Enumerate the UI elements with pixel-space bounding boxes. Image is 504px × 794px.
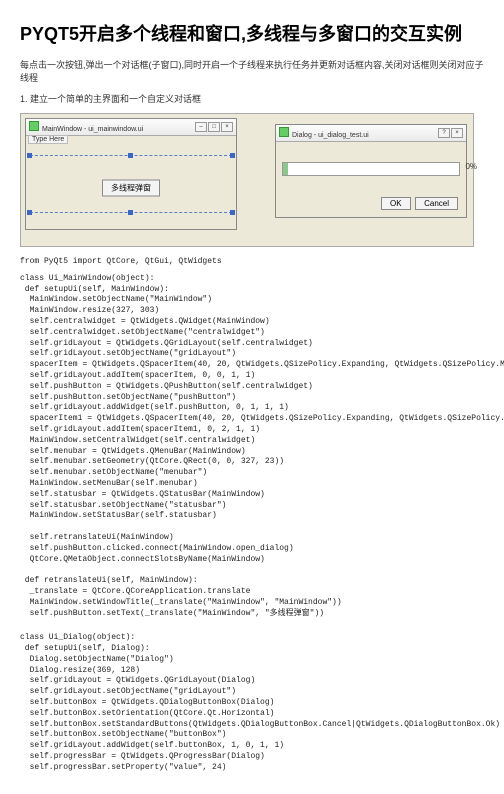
main-window-title: MainWindow - ui_mainwindow.ui [42,126,143,133]
code-import: from PyQt5 import QtCore, QtGui, QtWidge… [20,257,484,268]
description-text: 每点击一次按钮,弹出一个对话框(子窗口),同时开启一个子线程来执行任务并更新对话… [20,58,484,84]
progress-bar: 0% [282,162,460,176]
close-icon[interactable]: × [451,128,463,138]
window-controls: ?× [437,128,463,138]
minimize-icon[interactable]: – [195,122,207,132]
dialog-window: Dialog - ui_dialog_test.ui ?× 0% OK Canc… [275,124,467,218]
close-icon[interactable]: × [221,122,233,132]
layout-handles-top [30,155,232,156]
qt-icon [279,127,289,137]
maximize-icon[interactable]: □ [208,122,220,132]
progress-percent: 0% [465,162,477,171]
section-heading: 1. 建立一个简单的主界面和一个自定义对话框 [20,92,484,105]
code-dialog-class: class Ui_Dialog(object): def setupUi(sel… [20,633,484,773]
cancel-button[interactable]: Cancel [415,197,458,210]
code-mainwindow-class: class Ui_MainWindow(object): def setupUi… [20,274,484,620]
help-icon[interactable]: ? [438,128,450,138]
multithread-popup-button[interactable]: 多线程弹窗 [102,179,160,196]
page-title: PYQT5开启多个线程和窗口,多线程与多窗口的交互实例 [20,20,484,46]
qt-icon [29,121,39,131]
main-window: MainWindow - ui_mainwindow.ui –□× Type H… [25,118,237,230]
dialog-title: Dialog - ui_dialog_test.ui [292,132,369,139]
progress-fill [283,163,288,175]
dialog-titlebar: Dialog - ui_dialog_test.ui ?× [276,125,466,142]
window-controls: –□× [194,122,233,132]
layout-handles-bottom [30,212,232,213]
screenshot-area: MainWindow - ui_mainwindow.ui –□× Type H… [20,113,474,247]
main-window-titlebar: MainWindow - ui_mainwindow.ui –□× [26,119,236,136]
ok-button[interactable]: OK [381,197,411,210]
